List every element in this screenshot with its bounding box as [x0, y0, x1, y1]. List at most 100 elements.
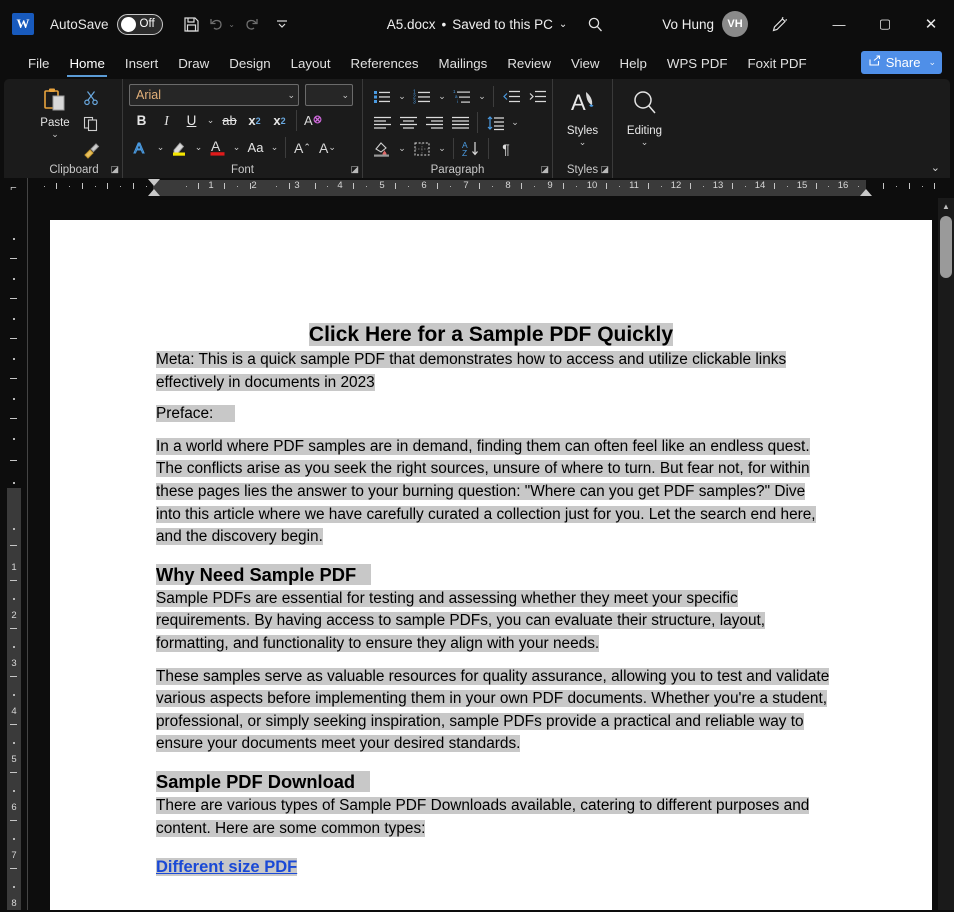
- collapse-ribbon-icon[interactable]: ⌄: [931, 161, 940, 174]
- tab-help[interactable]: Help: [610, 48, 657, 79]
- chevron-down-icon[interactable]: ⌄: [579, 137, 587, 148]
- borders-icon[interactable]: [409, 136, 435, 161]
- shrink-font-icon[interactable]: A ⌄: [315, 135, 340, 160]
- scroll-up-icon[interactable]: ▲: [938, 198, 954, 214]
- undo-icon[interactable]: ⌄: [207, 9, 237, 39]
- chevron-down-icon[interactable]: ⌄: [559, 19, 567, 30]
- superscript-button[interactable]: x2: [267, 108, 292, 133]
- vertical-scrollbar[interactable]: ▲: [938, 198, 954, 910]
- multilevel-list-icon[interactable]: 1 a i: [449, 84, 475, 109]
- why-p1-text: Sample PDFs are essential for testing an…: [156, 589, 766, 652]
- text-highlight-color-icon[interactable]: [167, 135, 192, 160]
- font-color-icon[interactable]: A: [205, 135, 230, 160]
- dialog-launcher-icon[interactable]: ◪: [540, 164, 549, 175]
- chevron-down-icon[interactable]: ⌄: [641, 137, 649, 148]
- numbering-icon[interactable]: 1 2 3: [409, 84, 435, 109]
- tab-draw[interactable]: Draw: [168, 48, 219, 79]
- ribbon: Paste ⌄ Clipboard ◪ Arial ⌄ ⌄ B I U ⌄ ab…: [4, 79, 950, 178]
- tab-file[interactable]: File: [18, 48, 59, 79]
- copy-icon[interactable]: [78, 112, 104, 136]
- justify-icon[interactable]: [447, 110, 473, 135]
- bullets-icon[interactable]: [369, 84, 395, 109]
- chevron-down-icon[interactable]: ⌄: [204, 108, 217, 133]
- search-icon[interactable]: [580, 9, 610, 39]
- line-spacing-icon[interactable]: [482, 110, 508, 135]
- chevron-down-icon[interactable]: ⌄: [508, 110, 522, 135]
- align-left-icon[interactable]: [369, 110, 395, 135]
- chevron-down-icon[interactable]: ⌄: [475, 84, 489, 109]
- styles-button[interactable]: A Styles ⌄: [559, 84, 606, 160]
- autosave-toggle[interactable]: Off: [116, 13, 163, 35]
- sort-icon[interactable]: A Z: [458, 136, 484, 161]
- chevron-down-icon[interactable]: ⌄: [395, 84, 409, 109]
- show-formatting-marks-button[interactable]: ¶: [493, 136, 519, 161]
- shading-icon[interactable]: [369, 136, 395, 161]
- tab-review[interactable]: Review: [497, 48, 561, 79]
- pen-icon[interactable]: [764, 9, 794, 39]
- customize-quick-access-icon[interactable]: [267, 9, 297, 39]
- document-page[interactable]: Click Here for a Sample PDF Quickly Meta…: [50, 220, 932, 910]
- tab-wps-pdf[interactable]: WPS PDF: [657, 48, 738, 79]
- chevron-down-icon[interactable]: ⌄: [341, 90, 349, 101]
- italic-button[interactable]: I: [154, 108, 179, 133]
- right-indent-marker[interactable]: [860, 189, 872, 196]
- close-button[interactable]: ✕: [908, 0, 954, 48]
- chevron-down-icon[interactable]: ⌄: [928, 57, 936, 68]
- horizontal-ruler-track[interactable]: 1 2 3 4 5 6 7 8 9 10 11 12 13 14 15 16: [28, 178, 954, 198]
- document-canvas[interactable]: Click Here for a Sample PDF Quickly Meta…: [28, 198, 954, 910]
- editing-button[interactable]: Editing ⌄: [619, 84, 670, 160]
- chevron-down-icon[interactable]: ⌄: [435, 136, 449, 161]
- paste-button[interactable]: Paste ⌄: [32, 84, 78, 162]
- tab-foxit-pdf[interactable]: Foxit PDF: [737, 48, 816, 79]
- dialog-launcher-icon[interactable]: ◪: [350, 164, 359, 175]
- font-size-input[interactable]: ⌄: [305, 84, 353, 106]
- underline-button[interactable]: U: [179, 108, 204, 133]
- strikethrough-button[interactable]: ab: [217, 108, 242, 133]
- chevron-down-icon[interactable]: ⌄: [268, 135, 281, 160]
- format-painter-icon[interactable]: [78, 138, 104, 162]
- document-body[interactable]: Click Here for a Sample PDF Quickly Meta…: [50, 220, 932, 878]
- change-case-button[interactable]: Aa: [243, 135, 268, 160]
- save-icon[interactable]: [177, 9, 207, 39]
- decrease-indent-icon[interactable]: [498, 84, 524, 109]
- increase-indent-icon[interactable]: [524, 84, 550, 109]
- avatar[interactable]: VH: [722, 11, 748, 37]
- redo-icon[interactable]: [237, 9, 267, 39]
- tab-mailings[interactable]: Mailings: [429, 48, 498, 79]
- tab-home[interactable]: Home: [59, 48, 114, 79]
- align-center-icon[interactable]: [395, 110, 421, 135]
- tab-stop-left-icon[interactable]: ⌐: [0, 178, 28, 198]
- maximize-button[interactable]: ▢: [862, 0, 908, 48]
- chevron-down-icon[interactable]: ⌄: [230, 135, 243, 160]
- align-right-icon[interactable]: [421, 110, 447, 135]
- text-effects-icon[interactable]: A: [129, 135, 154, 160]
- vertical-ruler[interactable]: 1 2 3 4 5 6 7 8 9 10 11 12: [0, 198, 28, 910]
- document-link-different-size-pdf[interactable]: Different size PDF: [156, 856, 826, 878]
- chevron-down-icon[interactable]: ⌄: [192, 135, 205, 160]
- hanging-indent-marker[interactable]: [148, 189, 160, 196]
- subscript-button[interactable]: x2: [242, 108, 267, 133]
- tab-insert[interactable]: Insert: [115, 48, 168, 79]
- document-title-area[interactable]: A5.docx • Saved to this PC ⌄: [387, 17, 567, 32]
- scrollbar-thumb[interactable]: [940, 216, 952, 278]
- dialog-launcher-icon[interactable]: ◪: [600, 164, 609, 175]
- chevron-down-icon[interactable]: ⌄: [287, 90, 295, 101]
- first-line-indent-marker[interactable]: [148, 179, 160, 186]
- chevron-down-icon[interactable]: ⌄: [435, 84, 449, 109]
- tab-design[interactable]: Design: [219, 48, 280, 79]
- tab-view[interactable]: View: [561, 48, 610, 79]
- grow-font-icon[interactable]: A ⌃: [290, 135, 315, 160]
- chevron-down-icon[interactable]: ⌄: [154, 135, 167, 160]
- tab-layout[interactable]: Layout: [281, 48, 341, 79]
- font-name-input[interactable]: Arial ⌄: [129, 84, 299, 106]
- cut-icon[interactable]: [78, 86, 104, 110]
- clear-formatting-icon[interactable]: A: [301, 108, 326, 133]
- minimize-button[interactable]: —: [816, 0, 862, 48]
- bold-button[interactable]: B: [129, 108, 154, 133]
- dialog-launcher-icon[interactable]: ◪: [110, 164, 119, 175]
- horizontal-ruler[interactable]: ⌐ 1 2 3 4 5 6 7 8 9 10 11 12 13 14 15 16: [0, 178, 954, 198]
- share-button[interactable]: Share ⌄: [860, 51, 942, 74]
- chevron-down-icon[interactable]: ⌄: [395, 136, 409, 161]
- chevron-down-icon[interactable]: ⌄: [51, 129, 59, 139]
- tab-references[interactable]: References: [341, 48, 429, 79]
